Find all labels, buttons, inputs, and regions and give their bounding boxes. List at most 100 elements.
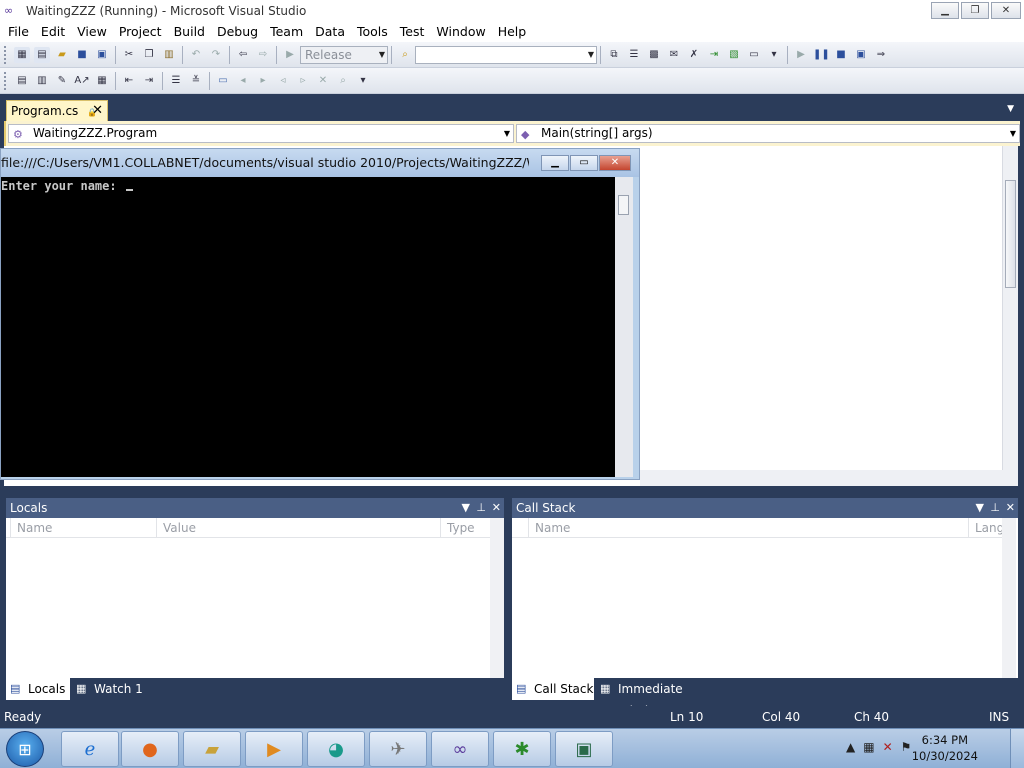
members-dropdown[interactable]: ◆ Main(string[] args) ▼ xyxy=(516,124,1020,143)
taskbar-file-explorer[interactable]: ▰ xyxy=(183,731,241,767)
previous-bookmark-in-folder-icon[interactable]: ◃ xyxy=(275,73,291,89)
tab-immediate-window[interactable]: ▦ Immediate Window xyxy=(596,678,726,718)
next-bookmark-icon[interactable]: ▸ xyxy=(255,73,271,89)
continue-icon[interactable]: ▶ xyxy=(793,47,809,63)
call-stack-scrollbar[interactable] xyxy=(1002,518,1016,678)
menu-tools[interactable]: Tools xyxy=(351,22,394,42)
command-window-icon[interactable]: ▭ xyxy=(746,47,762,63)
display-word-completion-icon[interactable]: A↗ xyxy=(74,73,90,89)
increase-indent-icon[interactable]: ⇥ xyxy=(141,73,157,89)
start-page-icon[interactable]: ⇥ xyxy=(706,47,722,63)
locals-pane-header[interactable]: Locals ▼ ⊥ ✕ xyxy=(6,498,504,518)
menu-test[interactable]: Test xyxy=(394,22,431,42)
types-dropdown[interactable]: ⚙ WaitingZZZ.Program ▼ xyxy=(8,124,514,143)
pane-splitter[interactable] xyxy=(0,486,1024,498)
display-parameter-info-icon[interactable]: ▥ xyxy=(34,73,50,89)
taskbar-visual-studio[interactable]: ∞ xyxy=(431,731,489,767)
taskbar-debugger-app[interactable]: ✱ xyxy=(493,731,551,767)
break-all-icon[interactable]: ❚❚ xyxy=(813,47,830,63)
solution-explorer-icon[interactable]: ⧉ xyxy=(606,47,622,63)
display-object-member-list-icon[interactable]: ▤ xyxy=(14,73,30,89)
uncomment-lines-icon[interactable]: ≚ xyxy=(188,73,204,89)
editor-vertical-scrollbar[interactable] xyxy=(1002,146,1018,470)
toolbar-options-icon[interactable]: ▾ xyxy=(355,73,371,89)
scrollbar-thumb[interactable] xyxy=(618,195,629,215)
show-hidden-icons-icon[interactable]: ▲ xyxy=(846,740,855,754)
tab-program-cs[interactable]: Program.cs 🔒 ✕ xyxy=(6,100,108,121)
tab-call-stack[interactable]: ▤ Call Stack xyxy=(512,678,594,700)
column-value[interactable]: Value xyxy=(156,518,440,538)
find-in-files-icon[interactable]: ⌕ xyxy=(397,47,413,63)
menu-project[interactable]: Project xyxy=(113,22,168,42)
console-output[interactable]: Enter your name: xyxy=(1,177,615,477)
clear-bookmarks-icon[interactable]: ✕ xyxy=(315,73,331,89)
column-type[interactable]: Type xyxy=(440,518,490,538)
close-icon[interactable]: ✕ xyxy=(1006,498,1015,518)
menu-help[interactable]: Help xyxy=(492,22,533,42)
stop-debugging-icon[interactable]: ■ xyxy=(833,47,849,63)
taskbar-console-window[interactable]: ▣ xyxy=(555,731,613,767)
next-bookmark-in-folder-icon[interactable]: ▹ xyxy=(295,73,311,89)
menu-view[interactable]: View xyxy=(71,22,113,42)
decrease-indent-icon[interactable]: ⇤ xyxy=(121,73,137,89)
tab-locals[interactable]: ▤ Locals xyxy=(6,678,70,700)
start-debugging-icon[interactable]: ▶ xyxy=(282,47,298,63)
clock[interactable]: 6:34 PM 10/30/2024 xyxy=(912,732,978,764)
undo-icon[interactable]: ↶ xyxy=(188,47,204,63)
tools-icon[interactable]: ✗ xyxy=(686,47,702,63)
menu-debug[interactable]: Debug xyxy=(211,22,264,42)
network-icon[interactable]: ▦ xyxy=(863,740,874,754)
taskbar-rocket-app[interactable]: ✈ xyxy=(369,731,427,767)
console-scrollbar[interactable] xyxy=(615,177,633,477)
menu-file[interactable]: File xyxy=(2,22,35,42)
show-next-statement-icon[interactable]: ⇒ xyxy=(873,47,889,63)
call-stack-pane-header[interactable]: Call Stack ▼ ⊥ ✕ xyxy=(512,498,1018,518)
toggle-bookmark-icon[interactable]: ▭ xyxy=(215,73,231,89)
window-position-icon[interactable]: ▼ xyxy=(462,498,470,518)
column-language[interactable]: Lang xyxy=(968,518,1002,538)
menu-data[interactable]: Data xyxy=(309,22,351,42)
column-name[interactable]: Name xyxy=(528,518,968,538)
console-title-bar[interactable]: file:///C:/Users/VM1.COLLABNET/documents… xyxy=(1,149,639,177)
taskbar-firefox[interactable]: ● xyxy=(121,731,179,767)
taskbar-media-player[interactable]: ▶ xyxy=(245,731,303,767)
object-browser-icon[interactable]: ▩ xyxy=(646,47,662,63)
minimize-button[interactable]: ▁ xyxy=(931,2,959,19)
copy-icon[interactable]: ❐ xyxy=(141,47,157,63)
taskbar-app[interactable]: ◕ xyxy=(307,731,365,767)
save-all-icon[interactable]: ▣ xyxy=(94,47,110,63)
action-center-flag-icon[interactable]: ⚑ xyxy=(901,740,912,754)
toolbox-icon[interactable]: ✉ xyxy=(666,47,682,63)
menu-window[interactable]: Window xyxy=(430,22,491,42)
close-button[interactable]: ✕ xyxy=(991,2,1021,19)
restore-button[interactable]: ❐ xyxy=(961,2,989,19)
locals-scrollbar[interactable] xyxy=(490,518,504,678)
navigate-forward-icon[interactable]: ⇨ xyxy=(255,47,271,63)
scrollbar-thumb[interactable] xyxy=(1005,180,1016,288)
console-minimize-button[interactable]: ▁ xyxy=(541,155,569,171)
comment-lines-icon[interactable]: ☰ xyxy=(168,73,184,89)
find-icon[interactable]: ⌕ xyxy=(335,73,351,89)
outline-icon[interactable]: ▦ xyxy=(94,73,110,89)
column-name[interactable]: Name xyxy=(10,518,156,538)
console-window[interactable]: file:///C:/Users/VM1.COLLABNET/documents… xyxy=(0,148,640,480)
editor-horizontal-scrollbar[interactable] xyxy=(640,470,1018,486)
active-files-dropdown-icon[interactable]: ▼ xyxy=(1007,104,1014,114)
navigate-backward-icon[interactable]: ⇦ xyxy=(235,47,251,63)
start-button[interactable]: ⊞ xyxy=(6,731,44,767)
console-maximize-button[interactable]: ▭ xyxy=(570,155,598,171)
find-combo[interactable]: ▼ xyxy=(415,45,597,64)
toolbar-grip[interactable] xyxy=(4,45,8,64)
toolbar-options-icon[interactable]: ▾ xyxy=(766,47,782,63)
redo-icon[interactable]: ↷ xyxy=(208,47,224,63)
show-desktop-button[interactable] xyxy=(1010,729,1024,768)
open-file-icon[interactable]: ▰ xyxy=(54,47,70,63)
console-close-button[interactable]: ✕ xyxy=(599,155,631,171)
display-quick-info-icon[interactable]: ✎ xyxy=(54,73,70,89)
close-tab-icon[interactable]: ✕ xyxy=(92,101,103,121)
taskbar-internet-explorer[interactable]: ℯ xyxy=(61,731,119,767)
properties-icon[interactable]: ☰ xyxy=(626,47,642,63)
toolbar-grip[interactable] xyxy=(4,71,8,90)
previous-bookmark-icon[interactable]: ◂ xyxy=(235,73,251,89)
volume-muted-icon[interactable]: ✕ xyxy=(883,740,893,754)
